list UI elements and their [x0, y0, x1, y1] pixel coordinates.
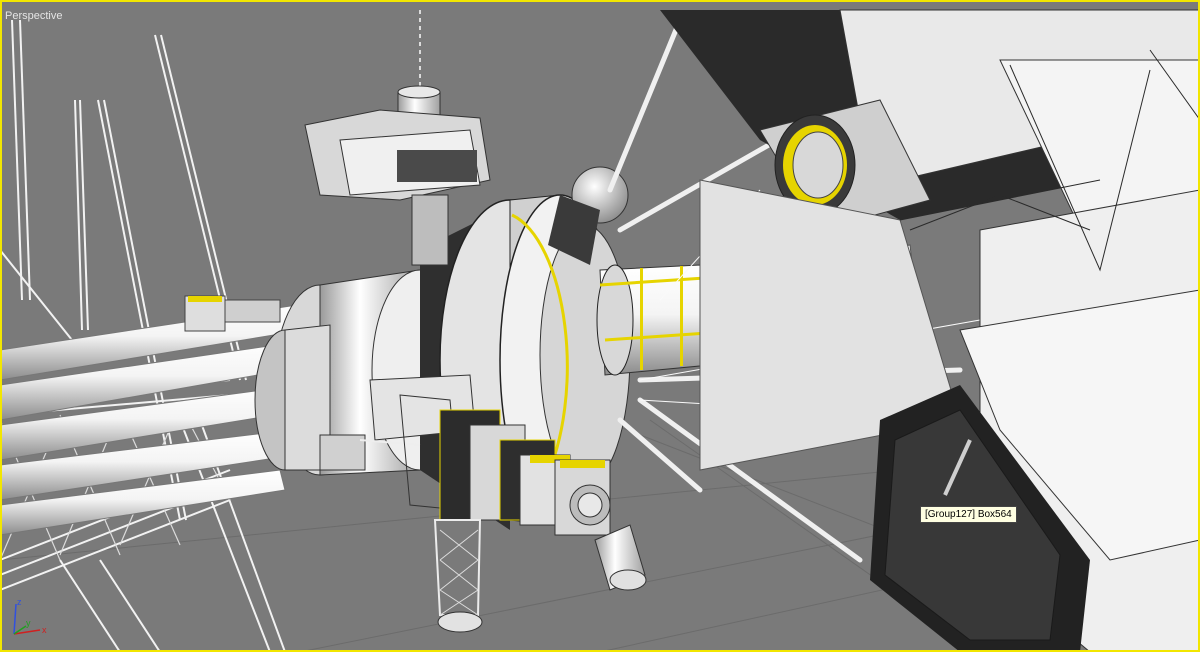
perspective-viewport[interactable]: Perspective [Group127] Box564 z y x — [0, 0, 1200, 652]
object-tooltip: [Group127] Box564 — [920, 506, 1017, 523]
z-axis-label: z — [17, 597, 22, 607]
spacecraft-hull — [660, 9, 1200, 652]
scene-render[interactable] — [0, 0, 1200, 652]
y-axis-label: y — [26, 618, 31, 628]
axis-tripod-icon: z y x — [13, 597, 47, 635]
x-axis-label: x — [42, 625, 47, 635]
viewport-label[interactable]: Perspective — [5, 10, 62, 22]
z-axis-line — [13, 603, 17, 635]
top-sensor-housing — [304, 10, 491, 266]
